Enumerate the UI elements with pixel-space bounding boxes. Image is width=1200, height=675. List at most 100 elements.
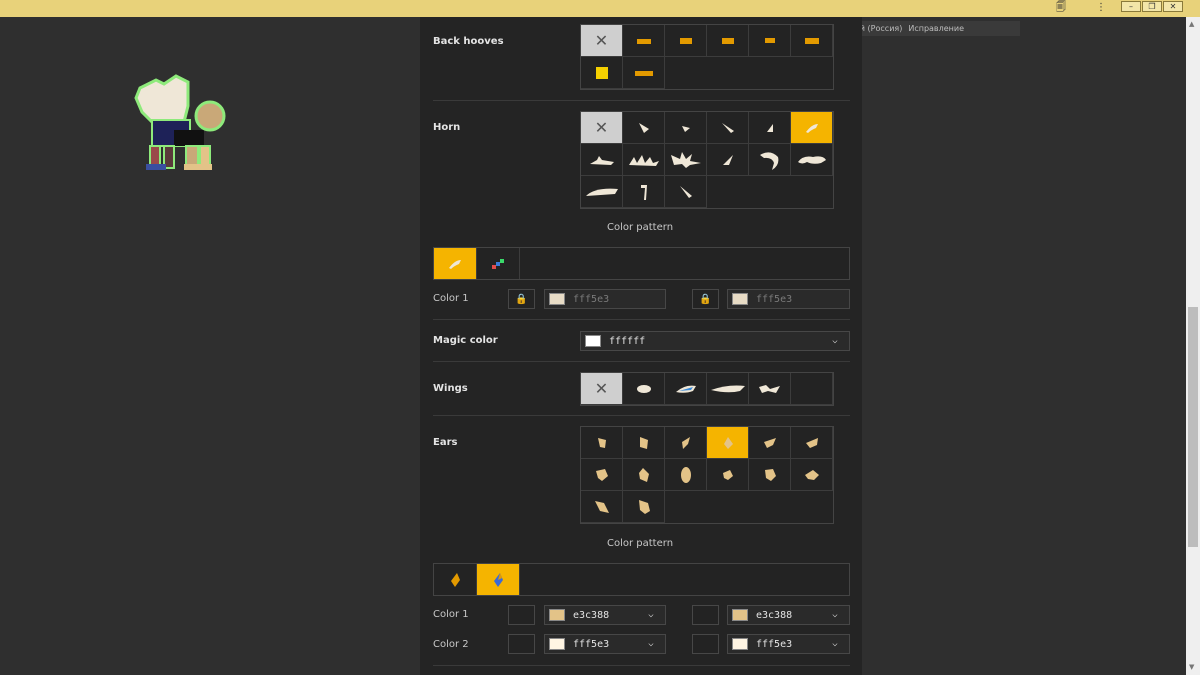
ears-color2-right-toggle[interactable] bbox=[692, 634, 719, 654]
page-scrollbar[interactable]: ▲ ▼ bbox=[1186, 17, 1200, 675]
scroll-thumb[interactable] bbox=[1188, 307, 1198, 547]
ears-pattern-option-selected[interactable] bbox=[477, 564, 520, 595]
ears-option-selected[interactable] bbox=[707, 427, 749, 459]
horn-color1-right-value: fff5e3 bbox=[756, 293, 793, 305]
ears-option[interactable] bbox=[581, 427, 623, 459]
lock-icon[interactable]: 🔒 bbox=[508, 289, 535, 309]
close-button[interactable]: ✕ bbox=[1163, 1, 1183, 12]
back-hooves-option[interactable] bbox=[707, 25, 749, 57]
wings-label: Wings bbox=[433, 383, 468, 394]
horn-option[interactable] bbox=[665, 112, 707, 144]
back-hooves-option[interactable] bbox=[791, 25, 833, 57]
ears-option[interactable] bbox=[665, 427, 707, 459]
chevron-down-icon: ⌵ bbox=[832, 336, 838, 346]
back-hooves-label: Back hooves bbox=[433, 36, 504, 47]
chevron-down-icon: ⌵ bbox=[648, 610, 654, 620]
horn-color1-right-field[interactable]: fff5e3 bbox=[727, 289, 850, 309]
ears-color1-left-value: e3c388 bbox=[573, 609, 610, 621]
ears-option[interactable] bbox=[791, 459, 833, 491]
ears-color2-right-select[interactable]: fff5e3 ⌵ bbox=[727, 634, 850, 654]
ears-color-pattern-caption: Color pattern bbox=[607, 538, 674, 549]
horn-option[interactable] bbox=[623, 144, 665, 176]
ears-color2-label: Color 2 bbox=[433, 639, 469, 650]
horn-option[interactable] bbox=[707, 144, 749, 176]
window-title-bar: 🗐 ⋮ – ❐ ✕ bbox=[0, 0, 1200, 17]
color-swatch bbox=[549, 293, 565, 305]
ears-option[interactable] bbox=[749, 459, 791, 491]
ears-color2-left-toggle[interactable] bbox=[508, 634, 535, 654]
back-hooves-option[interactable] bbox=[623, 25, 665, 57]
ears-pattern-option[interactable] bbox=[434, 564, 477, 595]
horn-pattern-option-selected[interactable] bbox=[434, 248, 477, 279]
ears-option[interactable] bbox=[623, 491, 665, 523]
divider bbox=[433, 665, 850, 666]
wings-option[interactable] bbox=[707, 373, 749, 405]
ears-option[interactable] bbox=[581, 491, 623, 523]
ears-color1-left-select[interactable]: e3c388 ⌵ bbox=[544, 605, 666, 625]
horn-option[interactable] bbox=[707, 112, 749, 144]
ears-color1-left-toggle[interactable] bbox=[508, 605, 535, 625]
horn-option[interactable] bbox=[749, 144, 791, 176]
wings-grid: ✕ bbox=[580, 372, 834, 406]
color-swatch bbox=[732, 293, 748, 305]
horn-pattern-bar bbox=[433, 247, 850, 280]
horn-color1-left-field[interactable]: fff5e3 bbox=[544, 289, 666, 309]
character-preview bbox=[130, 72, 230, 174]
horn-option[interactable] bbox=[623, 112, 665, 144]
ears-color2-right-value: fff5e3 bbox=[756, 638, 793, 650]
wings-option[interactable] bbox=[623, 373, 665, 405]
minimize-button[interactable]: – bbox=[1121, 1, 1141, 12]
ears-option[interactable] bbox=[665, 459, 707, 491]
horn-option[interactable] bbox=[665, 176, 707, 208]
ears-option[interactable] bbox=[707, 459, 749, 491]
magic-color-label: Magic color bbox=[433, 335, 498, 346]
more-vertical-icon[interactable]: ⋮ bbox=[1096, 2, 1106, 14]
scroll-down-icon[interactable]: ▼ bbox=[1189, 663, 1194, 671]
horn-option[interactable] bbox=[749, 112, 791, 144]
horn-option[interactable] bbox=[581, 176, 623, 208]
ears-color2-left-select[interactable]: fff5e3 ⌵ bbox=[544, 634, 666, 654]
horn-option[interactable] bbox=[623, 176, 665, 208]
ears-option[interactable] bbox=[749, 427, 791, 459]
color-swatch bbox=[732, 609, 748, 621]
back-hooves-option[interactable] bbox=[581, 57, 623, 89]
wings-option[interactable] bbox=[665, 373, 707, 405]
horn-color1-label: Color 1 bbox=[433, 293, 469, 304]
back-hooves-none-option[interactable]: ✕ bbox=[581, 25, 623, 57]
horn-none-option[interactable]: ✕ bbox=[581, 112, 623, 144]
back-hooves-grid: ✕ bbox=[580, 24, 834, 90]
horn-option[interactable] bbox=[581, 144, 623, 176]
horn-pattern-option[interactable] bbox=[477, 248, 520, 279]
horn-label: Horn bbox=[433, 122, 461, 133]
ears-color1-right-select[interactable]: e3c388 ⌵ bbox=[727, 605, 850, 625]
back-hooves-option[interactable] bbox=[623, 57, 665, 89]
restore-button[interactable]: ❐ bbox=[1142, 1, 1162, 12]
magic-color-value: ffffff bbox=[609, 335, 646, 347]
ears-color2-left-value: fff5e3 bbox=[573, 638, 610, 650]
chevron-down-icon: ⌵ bbox=[832, 639, 838, 649]
scroll-up-icon[interactable]: ▲ bbox=[1189, 20, 1194, 28]
ears-option[interactable] bbox=[791, 427, 833, 459]
ears-option[interactable] bbox=[581, 459, 623, 491]
ears-color1-right-toggle[interactable] bbox=[692, 605, 719, 625]
horn-option-selected[interactable] bbox=[791, 112, 833, 144]
ears-option[interactable] bbox=[623, 427, 665, 459]
lock-icon[interactable]: 🔒 bbox=[692, 289, 719, 309]
chevron-down-icon: ⌵ bbox=[832, 610, 838, 620]
magic-color-select[interactable]: ffffff ⌵ bbox=[580, 331, 850, 351]
divider bbox=[433, 415, 850, 416]
wings-empty-slot bbox=[791, 373, 833, 405]
back-hooves-option[interactable] bbox=[665, 25, 707, 57]
divider bbox=[433, 319, 850, 320]
horn-option[interactable] bbox=[791, 144, 833, 176]
back-hooves-option[interactable] bbox=[749, 25, 791, 57]
wings-none-option[interactable]: ✕ bbox=[581, 373, 623, 405]
ears-pattern-bar bbox=[433, 563, 850, 596]
horn-option[interactable] bbox=[665, 144, 707, 176]
translate-icon[interactable]: 🗐 bbox=[1056, 2, 1066, 14]
color-swatch bbox=[585, 335, 601, 347]
ears-option[interactable] bbox=[623, 459, 665, 491]
wings-option[interactable] bbox=[749, 373, 791, 405]
horn-color1-left-value: fff5e3 bbox=[573, 293, 610, 305]
color-swatch bbox=[549, 609, 565, 621]
